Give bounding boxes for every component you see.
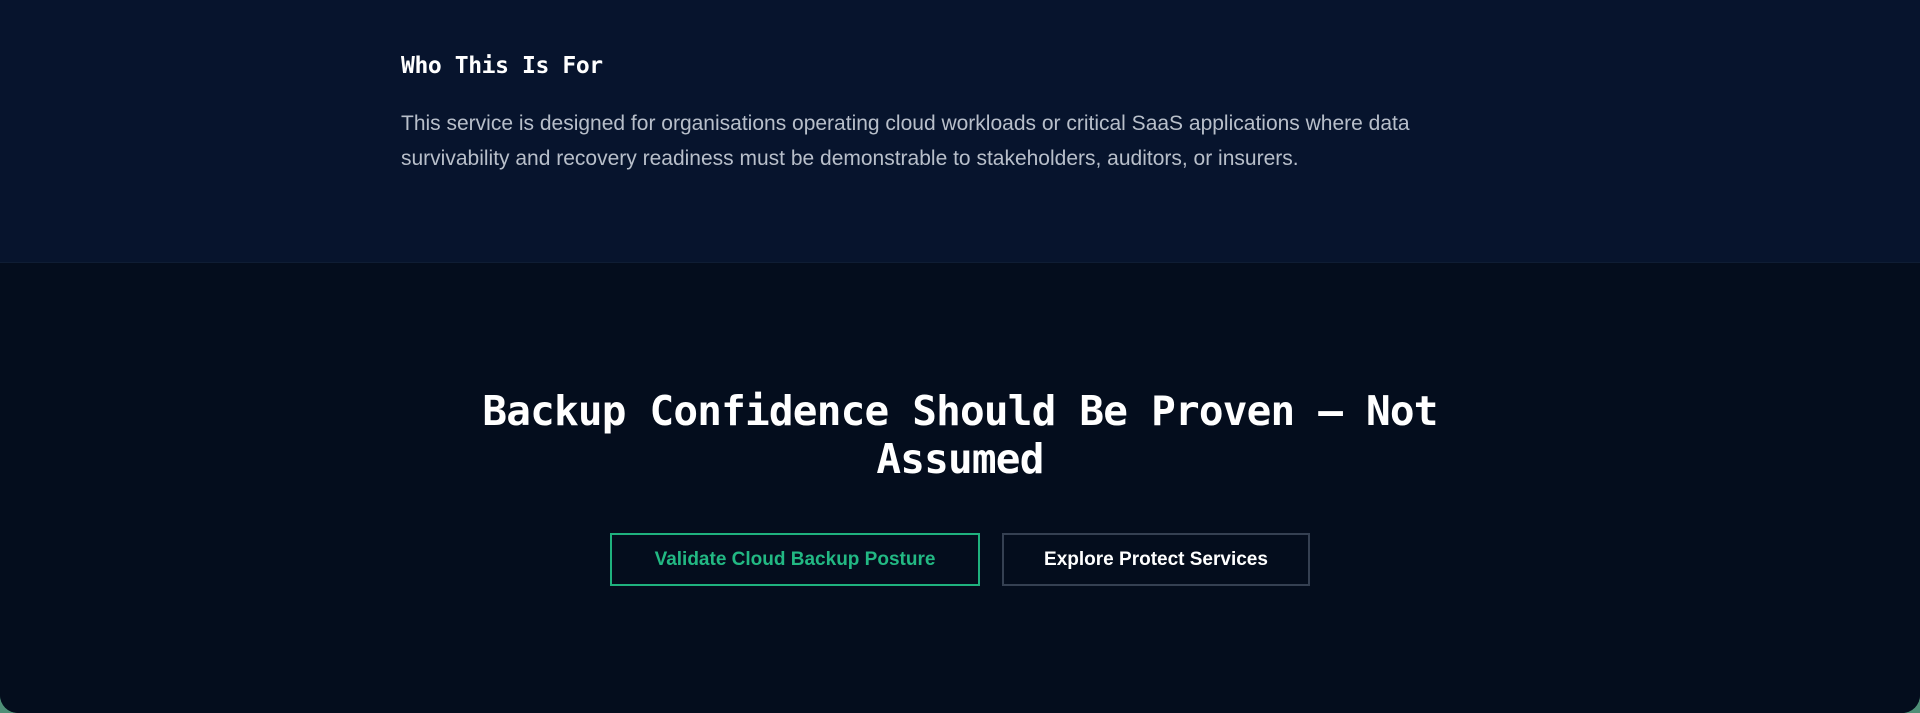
call-to-action-section: Backup Confidence Should Be Proven — Not… bbox=[0, 263, 1920, 713]
validate-cloud-backup-posture-button[interactable]: Validate Cloud Backup Posture bbox=[610, 533, 980, 586]
service-page: Who This Is For This service is designed… bbox=[0, 0, 1920, 713]
who-this-is-for-heading: Who This Is For bbox=[401, 53, 603, 79]
who-this-is-for-section: Who This Is For This service is designed… bbox=[0, 0, 1920, 263]
call-to-action-heading: Backup Confidence Should Be Proven — Not… bbox=[482, 387, 1438, 483]
who-this-is-for-description: This service is designed for organisatio… bbox=[401, 112, 1410, 170]
explore-protect-services-button[interactable]: Explore Protect Services bbox=[1002, 533, 1310, 586]
